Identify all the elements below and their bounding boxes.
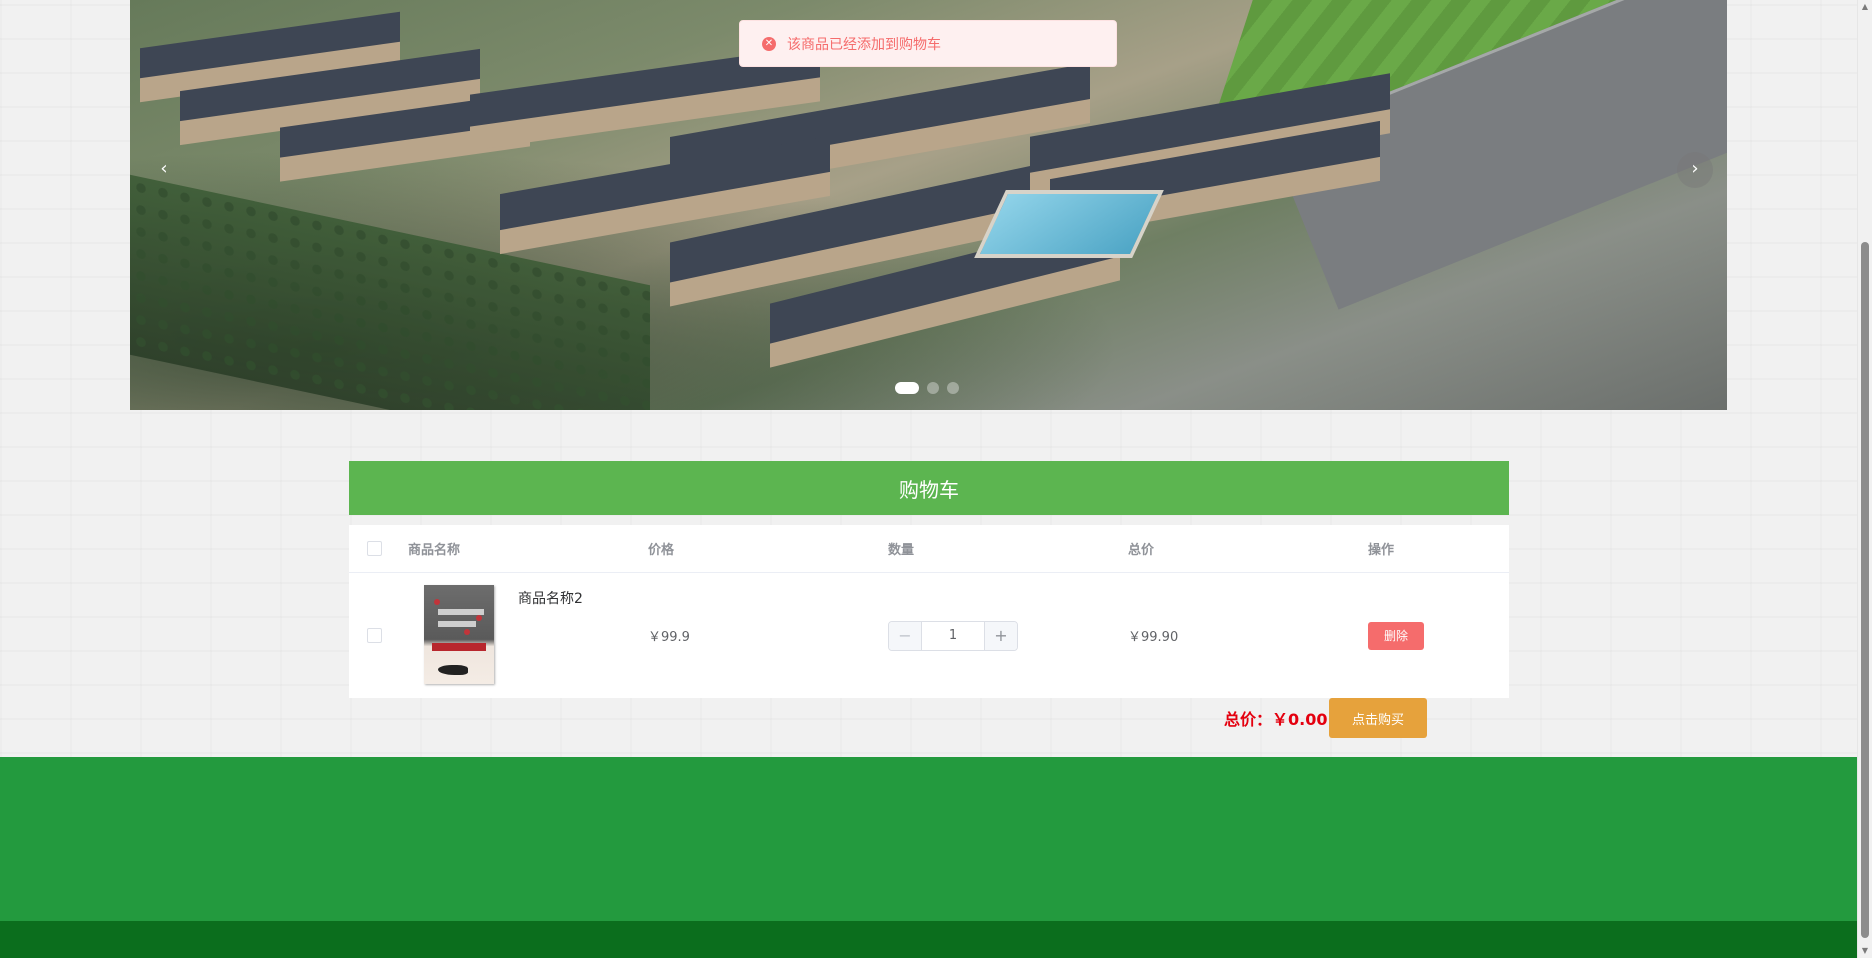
cart-title: 购物车 — [349, 461, 1509, 515]
product-total: ￥99.90 — [1128, 630, 1179, 645]
scroll-down-icon[interactable]: ▼ — [1858, 944, 1872, 958]
cart-table: 商品名称 价格 数量 总价 操作 商品名称2 ￥99.9 − + ￥99.90 … — [349, 525, 1509, 698]
column-header-name: 商品名称 — [408, 543, 461, 558]
product-name[interactable]: 商品名称2 — [518, 588, 583, 608]
scrollbar-thumb[interactable] — [1861, 242, 1869, 938]
table-header: 商品名称 价格 数量 总价 操作 — [349, 525, 1509, 573]
product-image[interactable] — [424, 585, 494, 684]
page-scrollbar[interactable]: ▲ ▼ — [1857, 0, 1872, 958]
carousel-prev-button[interactable]: ‹ — [146, 152, 182, 188]
footer-bottom-bar — [0, 921, 1858, 958]
scroll-up-icon[interactable]: ▲ — [1858, 0, 1872, 14]
banner-pool — [974, 190, 1164, 258]
column-header-quantity: 数量 — [888, 543, 915, 558]
cart-summary: 总价： ￥0.00 — [1224, 698, 1328, 738]
toast-text: 该商品已经添加到购物车 — [787, 36, 941, 53]
carousel-indicators — [895, 382, 959, 394]
column-header-total: 总价 — [1128, 543, 1155, 558]
error-circle-icon: ✕ — [762, 36, 776, 51]
buy-button[interactable]: 点击购买 — [1329, 698, 1427, 738]
carousel-indicator-2[interactable] — [927, 382, 939, 394]
banner-building — [500, 135, 830, 231]
quantity-stepper: − + — [888, 620, 1018, 651]
column-header-price: 价格 — [648, 543, 675, 558]
carousel-indicator-1[interactable] — [895, 382, 919, 394]
quantity-input[interactable] — [922, 621, 984, 650]
carousel-indicator-3[interactable] — [947, 382, 959, 394]
item-checkbox[interactable] — [367, 628, 382, 643]
table-row: 商品名称2 ￥99.9 − + ￥99.90 删除 — [349, 573, 1509, 698]
select-all-checkbox[interactable] — [367, 541, 382, 556]
footer — [0, 757, 1858, 921]
summary-amount: ￥0.00 — [1272, 710, 1328, 729]
column-header-action: 操作 — [1368, 543, 1395, 558]
delete-button[interactable]: 删除 — [1368, 621, 1424, 650]
summary-label: 总价： — [1224, 710, 1273, 729]
decrease-quantity-button[interactable]: − — [889, 621, 922, 650]
toast-message: ✕ 该商品已经添加到购物车 — [739, 20, 1117, 67]
increase-quantity-button[interactable]: + — [984, 621, 1017, 650]
product-price: ￥99.9 — [648, 630, 690, 645]
carousel-next-button[interactable]: › — [1677, 152, 1713, 188]
